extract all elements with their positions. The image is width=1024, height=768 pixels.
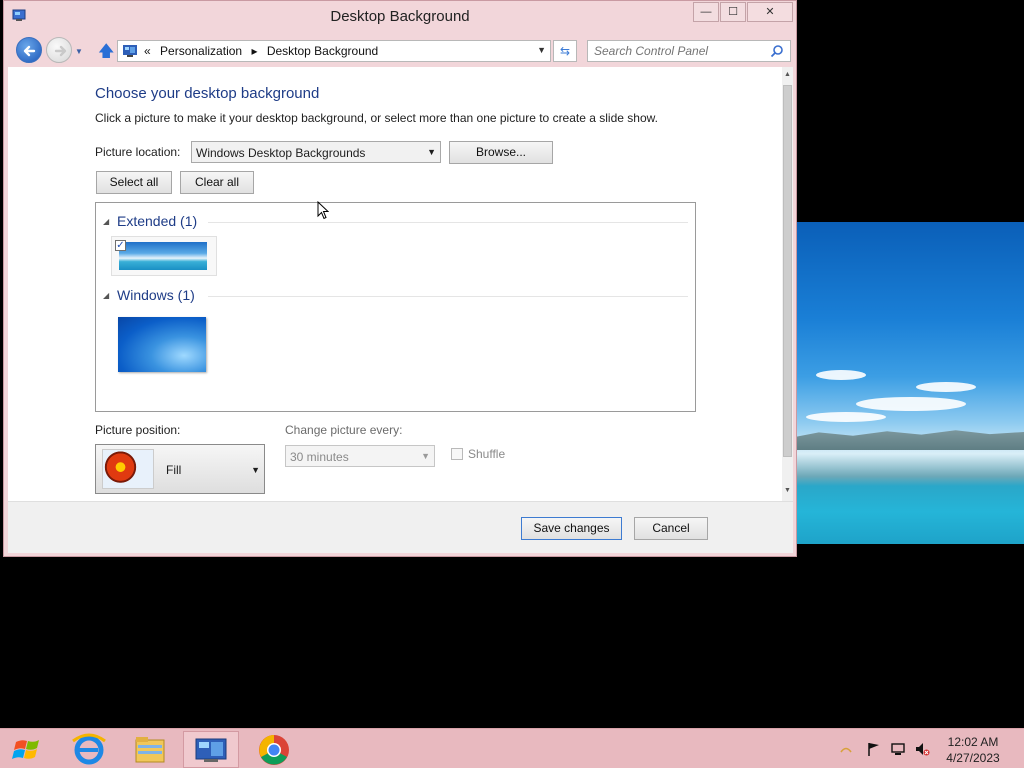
desktop-background-window: Desktop Background — ☐ ✕ ▼ 🡅 « Personali… xyxy=(3,0,797,557)
up-arrow-icon[interactable]: 🡅 xyxy=(98,40,114,67)
taskbar-file-explorer[interactable] xyxy=(122,731,178,768)
scroll-down-icon[interactable]: ▼ xyxy=(783,487,792,497)
system-clock[interactable]: 12:02 AM 4/27/2023 xyxy=(940,734,1006,766)
position-preview-image xyxy=(102,449,154,489)
minimize-button[interactable]: — xyxy=(693,2,719,22)
page-title: Choose your desktop background xyxy=(95,85,320,102)
recent-pages-dropdown-icon[interactable]: ▼ xyxy=(75,47,83,56)
group-divider xyxy=(208,296,688,297)
picture-position-label: Picture position: xyxy=(95,423,181,437)
close-button[interactable]: ✕ xyxy=(747,2,793,22)
group-divider xyxy=(208,222,688,223)
group-title-extended[interactable]: Extended (1) xyxy=(117,213,197,229)
picture-location-select[interactable]: Windows Desktop Backgrounds ▼ xyxy=(191,141,441,163)
windows-start-icon[interactable] xyxy=(8,735,48,765)
chevron-down-icon[interactable]: ▼ xyxy=(537,45,546,55)
clock-date: 4/27/2023 xyxy=(946,751,1000,765)
breadcrumb-overflow[interactable]: « xyxy=(144,44,151,58)
taskbar-chrome[interactable] xyxy=(246,731,302,768)
search-box[interactable] xyxy=(587,40,791,62)
arrow-left-icon xyxy=(23,45,36,57)
picture-position-select[interactable]: Fill ▼ xyxy=(95,444,265,494)
shuffle-checkbox[interactable] xyxy=(451,448,463,460)
collapse-triangle-icon[interactable]: ◢ xyxy=(103,217,109,226)
chevron-down-icon: ▼ xyxy=(421,451,430,461)
picture-location-value: Windows Desktop Backgrounds xyxy=(196,146,366,160)
save-changes-button[interactable]: Save changes xyxy=(521,517,622,540)
group-title-windows[interactable]: Windows (1) xyxy=(117,287,195,303)
taskbar: 12:02 AM 4/27/2023 xyxy=(0,728,1024,768)
change-picture-interval-value: 30 minutes xyxy=(290,450,349,464)
forward-button[interactable] xyxy=(46,37,72,63)
dialog-footer: Save changes Cancel xyxy=(8,501,793,553)
network-icon[interactable] xyxy=(890,741,906,757)
change-picture-label: Change picture every: xyxy=(285,423,403,437)
shuffle-label: Shuffle xyxy=(468,447,506,461)
scrollbar-thumb[interactable] xyxy=(783,85,792,457)
cancel-button[interactable]: Cancel xyxy=(634,517,708,540)
control-panel-icon xyxy=(123,45,137,57)
page-description: Click a picture to make it your desktop … xyxy=(95,111,658,125)
content-pane: Choose your desktop background Click a p… xyxy=(8,67,793,501)
chevron-down-icon: ▼ xyxy=(427,147,436,157)
arrow-right-icon xyxy=(54,45,67,57)
select-all-button[interactable]: Select all xyxy=(96,171,172,194)
volume-muted-icon[interactable] xyxy=(914,741,930,757)
internet-explorer-icon xyxy=(72,733,106,765)
picture-position-value: Fill xyxy=(166,463,182,477)
folder-icon xyxy=(135,737,165,763)
change-picture-interval-select[interactable]: 30 minutes ▼ xyxy=(285,445,435,467)
refresh-icon: ⇆ xyxy=(559,44,571,58)
breadcrumb-personalization[interactable]: Personalization xyxy=(160,44,242,58)
search-icon[interactable] xyxy=(770,44,784,58)
picture-thumbnail-windows[interactable] xyxy=(118,317,206,372)
navigation-bar: ▼ 🡅 « Personalization ▸ Desktop Backgrou… xyxy=(4,34,796,66)
collapse-triangle-icon[interactable]: ◢ xyxy=(103,291,109,300)
taskbar-internet-explorer[interactable] xyxy=(61,731,117,768)
taskbar-control-panel[interactable] xyxy=(183,731,239,768)
picture-location-label: Picture location: xyxy=(95,145,181,159)
control-panel-icon xyxy=(195,738,227,762)
address-bar[interactable]: « Personalization ▸ Desktop Background ▼ xyxy=(117,40,551,62)
search-input[interactable] xyxy=(594,44,764,58)
browse-button[interactable]: Browse... xyxy=(449,141,553,164)
breadcrumb-desktop-background[interactable]: Desktop Background xyxy=(267,44,378,58)
vertical-scrollbar[interactable]: ▲ ▼ xyxy=(782,67,793,501)
window-title: Desktop Background xyxy=(330,8,470,25)
back-button[interactable] xyxy=(16,37,42,63)
title-bar: Desktop Background — ☐ ✕ xyxy=(4,1,796,33)
chevron-down-icon: ▼ xyxy=(251,465,260,475)
desktop-wallpaper xyxy=(796,222,1024,544)
picture-checkbox[interactable]: ✓ xyxy=(115,240,126,251)
chrome-icon xyxy=(259,735,289,765)
picture-thumbnail-extended[interactable]: ✓ xyxy=(111,236,217,276)
thumbnail-image xyxy=(119,242,207,270)
clear-all-button[interactable]: Clear all xyxy=(180,171,254,194)
mouse-cursor-icon xyxy=(317,201,329,220)
breadcrumb-separator[interactable]: ▸ xyxy=(251,44,257,58)
refresh-button[interactable]: ⇆ xyxy=(553,40,577,62)
action-center-flag-icon[interactable] xyxy=(866,741,882,757)
maximize-button[interactable]: ☐ xyxy=(720,2,746,22)
show-hidden-icons-icon[interactable] xyxy=(838,741,854,757)
scroll-up-icon[interactable]: ▲ xyxy=(783,71,792,81)
clock-time: 12:02 AM xyxy=(947,735,999,749)
picture-gallery: ◢ Extended (1) ✓ ◢ Windows (1) xyxy=(95,202,696,412)
